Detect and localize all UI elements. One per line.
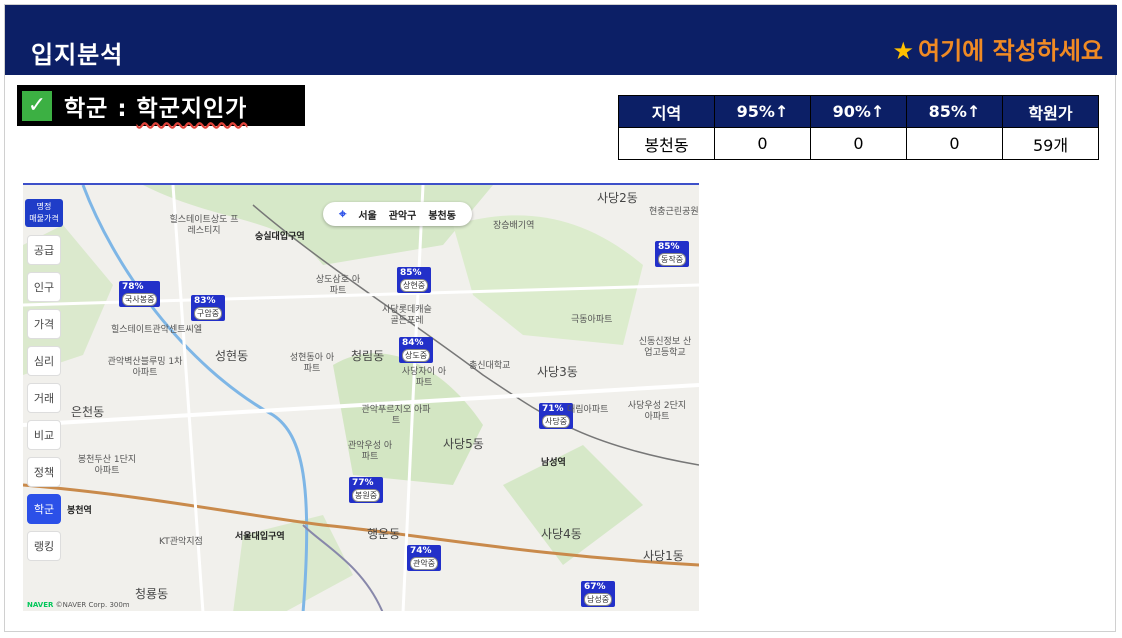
stats-cell: 0 [714, 127, 811, 160]
place-label: 상도삼호 아파트 [315, 275, 361, 296]
sidebar-item-population[interactable]: 인구 [27, 272, 61, 302]
district-label: 청룡동 [135, 587, 169, 601]
district-label: 행운동 [367, 527, 401, 541]
school-pin[interactable]: 85% 동작중 [655, 241, 690, 267]
slide: 입지분석 ★ 여기에 작성하세요 ✓ 학군 : 학군지인가 지역 95%↑ 90%… [4, 4, 1117, 632]
school-pin[interactable]: 77% 봉원중 [349, 477, 384, 503]
place-label: 힐스테이트상도 프레스티지 [169, 215, 239, 236]
star-icon: ★ [892, 37, 914, 65]
place-label: 관악푸르지오 아파트 [361, 405, 431, 426]
place-label: 힐스테이트관악센트씨엘 [111, 325, 203, 335]
district-label: 사당2동 [597, 191, 638, 205]
station-label: 서울대입구역 [235, 532, 285, 542]
section-main: 학군지인가 [136, 95, 248, 122]
stats-header-row: 지역 95%↑ 90%↑ 85%↑ 학원가 [618, 95, 1099, 128]
place-label: 사당롯데캐슬 골든포레 [382, 305, 432, 326]
district-label: 사당4동 [541, 527, 582, 541]
school-pin[interactable]: 85% 상현중 [397, 267, 432, 293]
district-label: 사당5동 [443, 437, 484, 451]
station-label: 봉천역 [67, 506, 92, 516]
stats-cell: 0 [906, 127, 1003, 160]
naver-logo: NAVER [27, 601, 54, 609]
district-label: 은천동 [71, 405, 105, 419]
breadcrumb-item[interactable]: 서울 [358, 207, 376, 222]
location-target-icon[interactable]: ⌖ [339, 207, 346, 222]
school-map[interactable]: 명정 매물가격 공급 인구 가격 심리 거래 비교 정책 학군 랭킹 ⌖ 서울 … [23, 183, 699, 611]
school-pin[interactable]: 78% 국사봉중 [119, 281, 161, 307]
school-pin[interactable]: 83% 구암중 [191, 295, 226, 321]
sidebar-item-compare[interactable]: 비교 [27, 420, 61, 450]
stats-header: 지역 [618, 95, 715, 128]
district-label: 성현동 [215, 349, 249, 363]
sidebar-item-school[interactable]: 학군 [27, 494, 61, 524]
place-label: KT관악지점 [159, 537, 203, 547]
table-row: 봉천동 0 0 0 59개 [618, 127, 1099, 160]
place-label: 관악벽산블루밍 1차아파트 [107, 357, 183, 378]
place-label: 현충근린공원 [649, 207, 699, 217]
sidebar-item-policy[interactable]: 정책 [27, 457, 61, 487]
place-label: 봉천두산 1단지아파트 [77, 455, 137, 476]
place-label: 총신대학교 [469, 361, 511, 371]
sidebar-item-sentiment[interactable]: 심리 [27, 346, 61, 376]
stats-cell: 봉천동 [618, 127, 715, 160]
stats-header: 90%↑ [810, 95, 907, 128]
header-bar: 입지분석 ★ 여기에 작성하세요 [5, 5, 1117, 75]
stats-cell: 59개 [1002, 127, 1099, 160]
sidebar-item-ranking[interactable]: 랭킹 [27, 531, 61, 561]
district-label: 사당3동 [537, 365, 578, 379]
breadcrumb-item[interactable]: 관악구 [389, 207, 417, 222]
header-note-text: 여기에 작성하세요 [918, 37, 1103, 65]
place-label: 신동신정보 산업고등학교 [638, 337, 692, 358]
map-background [23, 185, 699, 611]
station-label: 숭실대입구역 [255, 232, 305, 242]
checkmark-icon: ✓ [22, 90, 52, 121]
school-pin[interactable]: 74% 관악중 [407, 545, 442, 571]
sidebar-item-supply[interactable]: 공급 [27, 235, 61, 265]
stats-header: 학원가 [1002, 95, 1099, 128]
map-breadcrumb[interactable]: ⌖ 서울 관악구 봉천동 [323, 202, 472, 226]
place-label: 성현동아 아파트 [289, 353, 335, 374]
map-attribution: NAVER ©NAVER Corp. 300m [27, 601, 130, 609]
station-label: 남성역 [541, 458, 566, 468]
place-label: 장승배기역 [493, 221, 535, 231]
sidebar-top-button[interactable]: 명정 매물가격 [25, 199, 63, 227]
stats-header: 95%↑ [714, 95, 811, 128]
section-label: ✓ 학군 : 학군지인가 [17, 85, 305, 126]
place-label: 사당자이 아파트 [401, 367, 447, 388]
map-sidebar: 명정 매물가격 공급 인구 가격 심리 거래 비교 정책 학군 랭킹 [25, 199, 63, 568]
stats-header: 85%↑ [906, 95, 1003, 128]
school-pin[interactable]: 84% 상도중 [399, 337, 434, 363]
sidebar-item-price[interactable]: 가격 [27, 309, 61, 339]
district-label: 청림동 [351, 349, 385, 363]
school-pin[interactable]: 67% 남성중 [581, 581, 616, 607]
place-label: 극동아파트 [571, 315, 613, 325]
place-label: 관악우성 아파트 [347, 441, 393, 462]
header-note: ★ 여기에 작성하세요 [892, 31, 1103, 66]
district-label: 사당1동 [643, 549, 684, 563]
place-label: 대림아파트 [567, 405, 609, 415]
sidebar-item-trade[interactable]: 거래 [27, 383, 61, 413]
stats-table: 지역 95%↑ 90%↑ 85%↑ 학원가 봉천동 0 0 0 59개 [618, 95, 1099, 160]
place-label: 사당우성 2단지아파트 [627, 401, 687, 422]
page-title: 입지분석 [31, 41, 124, 69]
breadcrumb-item[interactable]: 봉천동 [428, 207, 456, 222]
section-title: 학군 : 학군지인가 [64, 89, 247, 123]
stats-cell: 0 [810, 127, 907, 160]
section-prefix: 학군 : [64, 95, 137, 122]
